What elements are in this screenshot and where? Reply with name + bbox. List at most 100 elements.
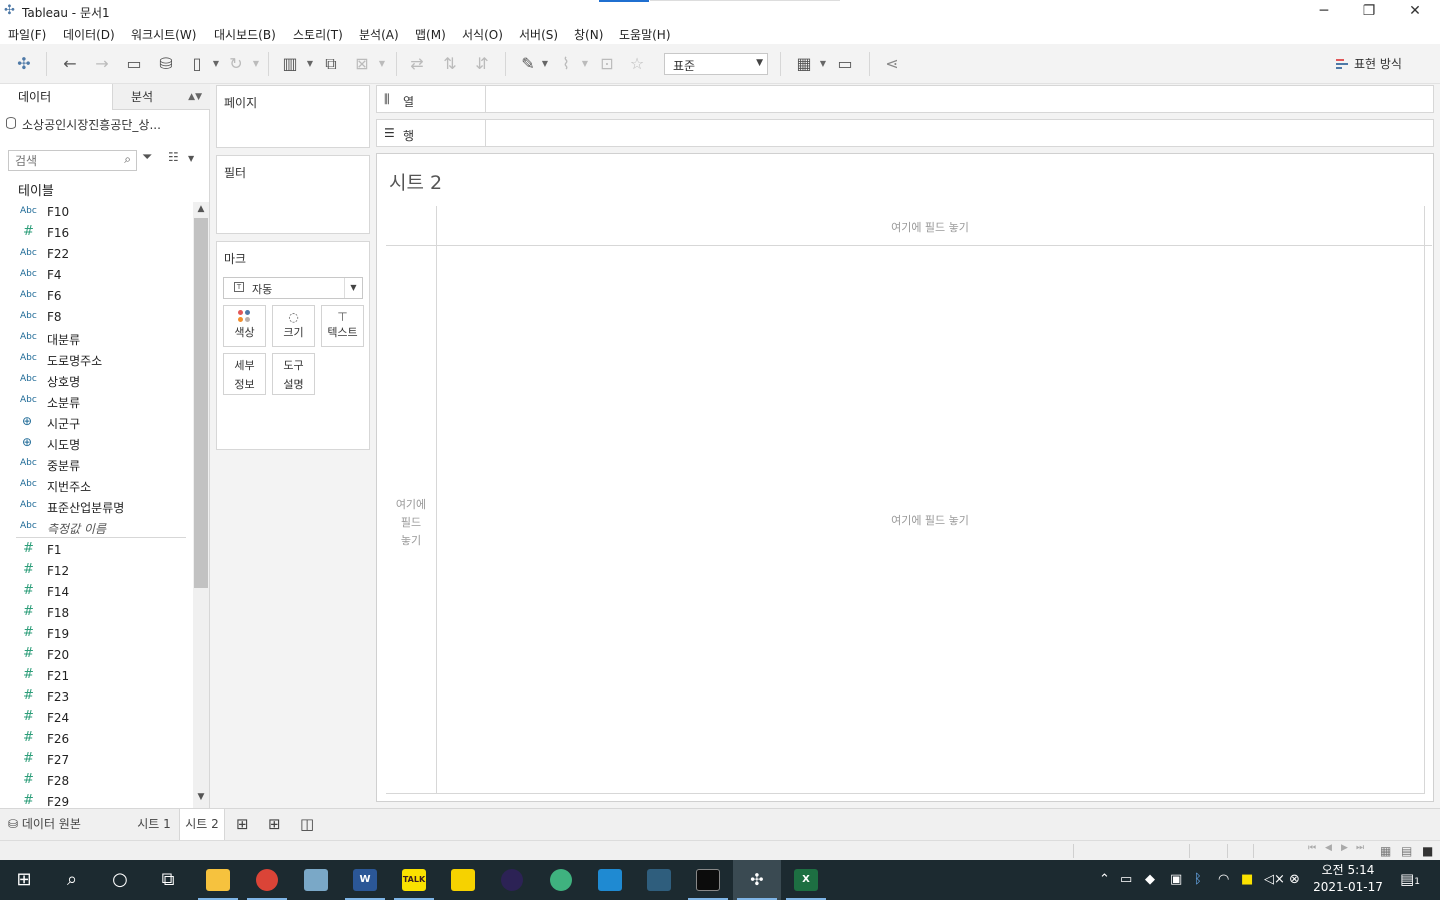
undo-icon[interactable]: ← (59, 54, 81, 74)
scroll-down-icon[interactable]: ▼ (193, 792, 209, 806)
git-icon[interactable] (537, 860, 585, 900)
menu-server[interactable]: 서버(S) (519, 26, 558, 43)
tableau-logo-icon[interactable]: ✣ (13, 54, 35, 74)
chevron-down-icon[interactable]: ▼ (818, 54, 828, 74)
field-item[interactable]: Abc 도로명주소 (0, 349, 192, 370)
labels-icon[interactable]: ⊡ (596, 54, 618, 74)
file-explorer-icon[interactable] (194, 860, 242, 900)
drop-zone-columns[interactable]: 여기에 필드 놓기 (837, 219, 1023, 235)
sort-asc-icon[interactable]: ⇅ (439, 54, 461, 74)
field-item[interactable]: ⊕ 시도명 (0, 433, 192, 454)
rows-shelf[interactable]: ☰ 행 (376, 119, 1434, 147)
chevron-down-icon[interactable]: ▼ (377, 54, 387, 74)
battery-icon[interactable]: ▭ (1120, 872, 1132, 887)
first-sheet-icon[interactable]: ⏮ (1308, 843, 1316, 853)
task-view-icon[interactable]: ⧉ (144, 860, 192, 900)
show-hidden-icons-icon[interactable]: ⌃ (1099, 872, 1110, 887)
highlight-icon[interactable]: ✎ (517, 54, 539, 74)
chevron-down-icon[interactable]: ▼ (540, 54, 550, 74)
tab-data[interactable]: 데이터 (0, 84, 112, 110)
data-source-name[interactable]: 소상공인시장진흥공단_상... (22, 116, 161, 133)
field-list-scrollbar[interactable]: ▲ ▼ (193, 202, 209, 808)
display-icon[interactable]: ▣ (1170, 872, 1182, 887)
field-item[interactable]: Abc 중분류 (0, 454, 192, 475)
menu-help[interactable]: 도움말(H) (619, 26, 671, 43)
menu-format[interactable]: 서식(O) (462, 26, 503, 43)
detail-button[interactable]: 세부 정보 (223, 353, 266, 395)
measure-item[interactable]: # F26 (0, 729, 192, 750)
measure-item[interactable]: # F1 (0, 540, 192, 561)
share-icon[interactable]: ⋖ (881, 54, 903, 74)
refresh-icon[interactable]: ↻ (225, 54, 247, 74)
field-item[interactable]: Abc 대분류 (0, 328, 192, 349)
drop-zone-center[interactable]: 여기에 필드 놓기 (837, 512, 1023, 528)
dropbox-icon[interactable]: ◆ (1145, 872, 1155, 887)
mark-type-select[interactable]: T 자동 ▼ (223, 277, 363, 299)
measure-item[interactable]: # F27 (0, 750, 192, 771)
pages-card[interactable]: 페이지 (216, 85, 370, 148)
kakaotalk-icon[interactable]: TALK (390, 860, 438, 900)
show-me-button[interactable]: 표현 방식 (1336, 55, 1402, 72)
pause-updates-icon[interactable]: ▯ (186, 54, 208, 74)
sheet-title[interactable]: 시트 2 (389, 168, 442, 195)
error-icon[interactable]: ⊗ (1289, 872, 1300, 887)
menu-window[interactable]: 창(N) (574, 26, 603, 43)
duplicate-icon[interactable]: ⧉ (320, 54, 342, 74)
menu-file[interactable]: 파일(F) (8, 26, 46, 43)
save-icon[interactable]: ▭ (123, 54, 145, 74)
tab-sheet-1[interactable]: 시트 1 (130, 809, 178, 840)
menu-story[interactable]: 스토리(T) (293, 26, 343, 43)
measure-item[interactable]: # F23 (0, 687, 192, 708)
word-icon[interactable]: W (341, 860, 389, 900)
prev-sheet-icon[interactable]: ◀ (1325, 843, 1332, 853)
field-item[interactable]: Abc 측정값 이름 (0, 517, 192, 538)
scrollbar-thumb[interactable] (194, 218, 208, 588)
chrome-icon[interactable] (243, 860, 291, 900)
field-item[interactable]: ⊕ 시군구 (0, 412, 192, 433)
card-view-icon[interactable]: ▦ (793, 54, 815, 74)
filter-icon[interactable]: ⏷ (142, 150, 152, 165)
menu-dashboard[interactable]: 대시보드(B) (214, 26, 276, 43)
group-icon[interactable]: ⌇ (555, 54, 577, 74)
notepad-icon[interactable] (292, 860, 340, 900)
field-item[interactable]: Abc 지번주소 (0, 475, 192, 496)
drop-zone-rows[interactable]: 여기에 필드 놓기 (386, 496, 436, 548)
measure-item[interactable]: # F28 (0, 771, 192, 792)
chevron-down-icon[interactable]: ▼ (211, 54, 221, 74)
tab-analysis[interactable]: 분석 ▲▼ (112, 84, 210, 110)
minimize-button[interactable]: ─ (1301, 0, 1347, 22)
search-icon[interactable]: ⌕ (48, 860, 96, 900)
terminal-icon[interactable] (684, 860, 732, 900)
tabs-view-icon[interactable]: ■ (1422, 844, 1433, 858)
redo-icon[interactable]: → (91, 54, 113, 74)
fit-select[interactable]: 표준 ▼ (664, 53, 768, 75)
start-icon[interactable]: ⊞ (0, 860, 48, 900)
measure-item[interactable]: # F21 (0, 666, 192, 687)
measure-item[interactable]: # F14 (0, 582, 192, 603)
clear-icon[interactable]: ⊠ (351, 54, 373, 74)
search-field[interactable]: ⌕ (8, 150, 137, 171)
field-item[interactable]: Abc 표준산업분류명 (0, 496, 192, 517)
field-item[interactable]: Abc F4 (0, 265, 192, 286)
last-sheet-icon[interactable]: ⏭ (1356, 843, 1364, 853)
bluetooth-icon[interactable]: ᛒ (1194, 872, 1202, 887)
field-item[interactable]: Abc F6 (0, 286, 192, 307)
text-button[interactable]: ⊤ 텍스트 (321, 305, 364, 347)
tooltip-button[interactable]: 도구 설명 (272, 353, 315, 395)
excel-icon[interactable]: X (782, 860, 830, 900)
cortana-icon[interactable]: ○ (96, 860, 144, 900)
chevron-down-icon[interactable]: ▼ (580, 54, 590, 74)
grid-view-icon[interactable]: ▦ (1380, 844, 1391, 858)
chevron-down-icon[interactable]: ▼ (251, 54, 261, 74)
swap-icon[interactable]: ⇄ (406, 54, 428, 74)
measure-item[interactable]: # F29 (0, 792, 192, 808)
columns-shelf[interactable]: ⫼ 열 (376, 85, 1434, 113)
menu-analysis[interactable]: 분석(A) (359, 26, 399, 43)
measure-item[interactable]: # F20 (0, 645, 192, 666)
close-button[interactable]: ✕ (1392, 0, 1438, 22)
sort-desc-icon[interactable]: ⇵ (471, 54, 493, 74)
field-item[interactable]: Abc F8 (0, 307, 192, 328)
wifi-icon[interactable]: ◠ (1218, 872, 1229, 887)
volume-muted-icon[interactable]: ◁× (1264, 872, 1285, 887)
menu-worksheet[interactable]: 워크시트(W) (131, 26, 196, 43)
